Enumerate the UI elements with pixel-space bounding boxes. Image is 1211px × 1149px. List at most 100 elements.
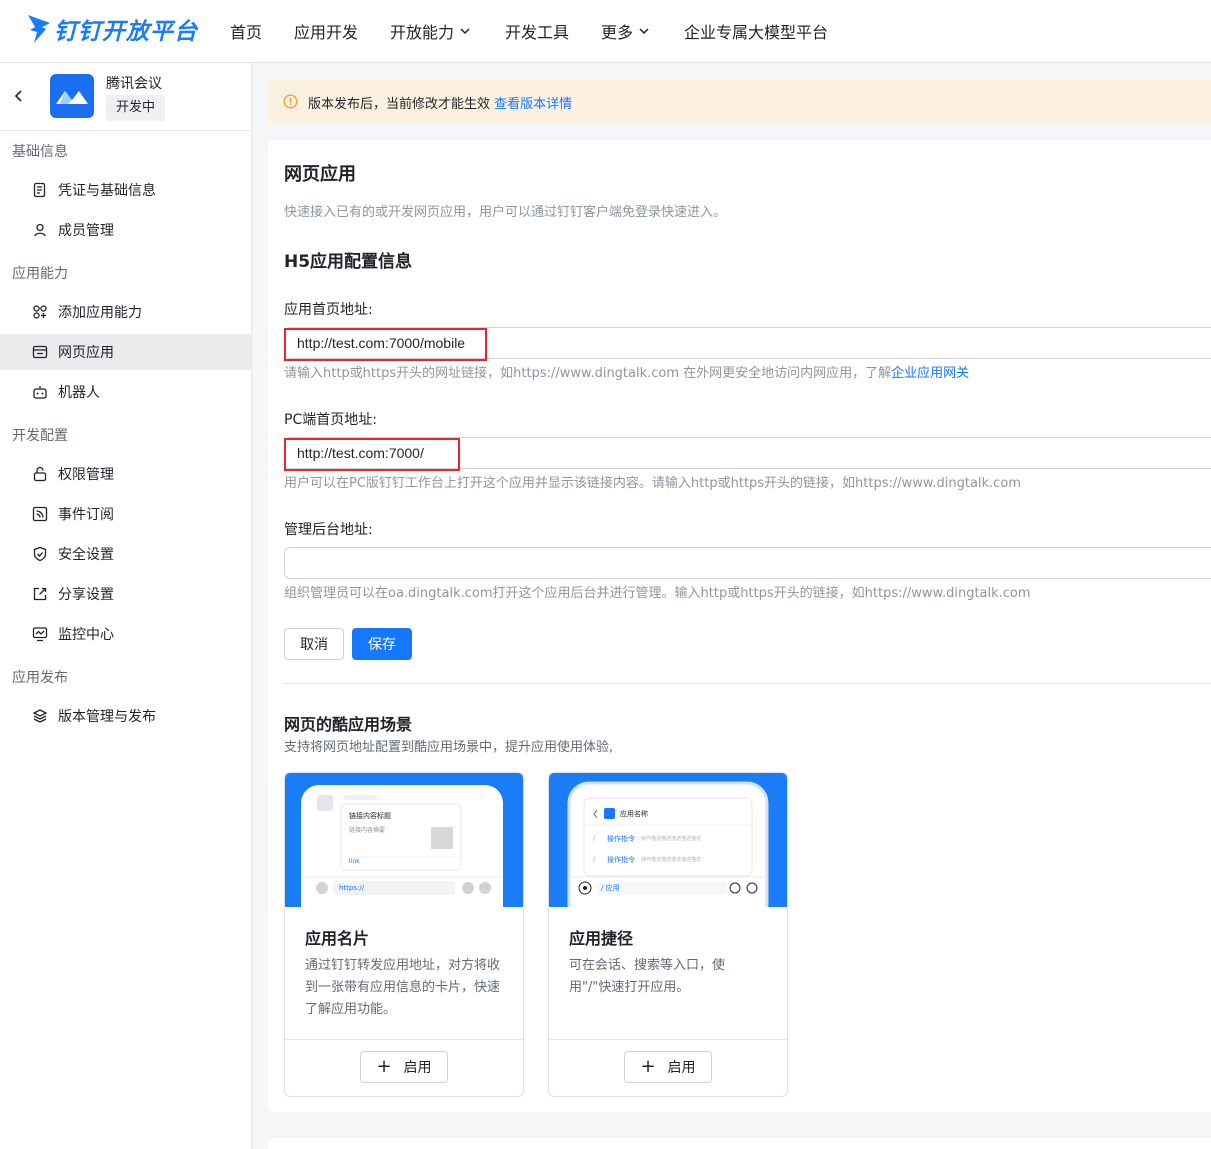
admin-url-label: 管理后台地址: — [284, 522, 373, 538]
sidebar-item-label: 机器人 — [58, 385, 100, 401]
pc-url-field[interactable] — [284, 437, 1211, 469]
enable-app-card-button[interactable]: + 启用 — [360, 1051, 448, 1083]
notice-text: 版本发布后，当前修改才能生效 查看版本详情 — [308, 93, 572, 112]
admin-url-field[interactable] — [284, 547, 1211, 579]
pc-url-input[interactable] — [285, 438, 1211, 468]
sidebar-item-webpage-app[interactable]: 网页应用 — [0, 334, 251, 370]
notice-message: 版本发布后，当前修改才能生效 — [308, 97, 491, 112]
shield-icon — [33, 546, 47, 562]
mobile-url-field[interactable] — [284, 327, 1211, 359]
sidebar-item-security[interactable]: 安全设置 — [0, 536, 251, 572]
sidebar-item-label: 监控中心 — [58, 627, 114, 643]
preview-app-name: 应用名称 — [620, 810, 648, 818]
scene-card-app-shortcut: 应用名称 / 操作指令 操作描述描述描述描述描述 / 操作指令 操作描述描述描述… — [548, 772, 788, 1097]
divider — [284, 683, 1211, 684]
preview-cmd-1: 操作指令 — [607, 835, 635, 843]
preview-cmd-desc-1: 操作描述描述描述描述描述 — [641, 836, 702, 842]
sidebar-item-label: 分享设置 — [58, 587, 114, 603]
scene-card-title: 应用名片 — [305, 929, 370, 948]
app-card-preview: 链接内容标题 链接内容摘要 link https:// — [285, 773, 523, 925]
user-icon — [34, 223, 46, 237]
app-card-preview-illustration — [301, 785, 503, 925]
scene-title: 网页的酷应用场景 — [284, 715, 413, 734]
robot-icon — [33, 386, 47, 399]
scene-card-desc: 通过钉钉转发应用地址，对方将收到一张带有应用信息的卡片，快速了解应用功能。 — [305, 958, 501, 1017]
app-name: 腾讯会议 — [106, 76, 162, 92]
enable-label: 启用 — [403, 1060, 432, 1076]
scene-card-divider — [549, 1039, 787, 1040]
tencent-meeting-icon — [56, 91, 88, 104]
sidebar-item-members[interactable]: 成员管理 — [0, 212, 251, 248]
layers-icon — [32, 709, 48, 723]
sidebar-item-credentials[interactable]: 凭证与基础信息 — [0, 172, 251, 208]
view-version-link[interactable]: 查看版本详情 — [494, 97, 572, 112]
version-notice: 版本发布后，当前修改才能生效 查看版本详情 — [268, 80, 1211, 124]
mobile-url-hint-text: 请输入http或https开头的网址链接，如https://www.dingta… — [284, 366, 892, 381]
preview-slash-2: / — [593, 856, 596, 863]
sidebar-item-label: 权限管理 — [58, 467, 114, 483]
enable-app-shortcut-button[interactable]: + 启用 — [624, 1051, 712, 1083]
preview-card-link: link — [349, 858, 360, 865]
credential-icon — [33, 182, 46, 198]
top-nav: 钉钉开放平台 首页 应用开发 开放能力 开发工具 更多 企业专属大模型平台 — [0, 0, 1211, 63]
sidebar-item-share[interactable]: 分享设置 — [0, 576, 251, 612]
admin-url-input[interactable] — [285, 548, 1211, 578]
logo-text: 钉钉开放平台 — [54, 19, 198, 45]
nav-home[interactable]: 首页 — [230, 20, 262, 42]
monitor-icon — [32, 627, 48, 642]
save-button[interactable]: 保存 — [352, 628, 412, 660]
webpage-icon — [32, 345, 48, 359]
preview-input-text: https:// — [339, 884, 365, 892]
preview-slash-1: / — [593, 835, 596, 842]
chevron-down-icon — [460, 28, 470, 35]
preview-cmd-desc-2: 操作描述描述描述描述描述 — [641, 857, 702, 863]
nav-dev-tools[interactable]: 开发工具 — [505, 20, 569, 42]
mobile-url-label: 应用首页地址: — [284, 302, 373, 318]
sidebar-item-robot[interactable]: 机器人 — [0, 374, 251, 410]
mobile-url-input[interactable] — [285, 328, 1211, 358]
sidebar-item-monitor[interactable]: 监控中心 — [0, 616, 251, 652]
nav-enterprise-llm[interactable]: 企业专属大模型平台 — [684, 20, 828, 42]
sidebar-item-label: 版本管理与发布 — [58, 709, 156, 725]
chevron-down-icon — [639, 28, 649, 35]
section-title-h5-config: H5应用配置信息 — [284, 252, 413, 272]
section-basic-info: 基础信息 — [12, 144, 68, 160]
nav-more[interactable]: 更多 — [601, 20, 650, 42]
add-capability-icon — [33, 305, 47, 319]
dingtalk-bird-icon — [28, 15, 50, 43]
pc-url-label: PC端首页地址: — [284, 412, 377, 428]
nav-app-dev[interactable]: 应用开发 — [294, 20, 358, 42]
warning-icon — [283, 94, 298, 109]
nav-open-capabilities[interactable]: 开放能力 — [390, 20, 471, 42]
next-section-card — [268, 1138, 1211, 1149]
nav-more-label: 更多 — [601, 23, 634, 42]
sidebar-item-events[interactable]: 事件订阅 — [0, 496, 251, 532]
app-logo — [50, 74, 94, 118]
enterprise-gateway-link[interactable]: 企业应用网关 — [891, 366, 969, 381]
webpage-app-card: 网页应用 快速接入已有的或开发网页应用，用户可以通过钉钉客户端免登录快速进入。 … — [268, 140, 1211, 1112]
scene-card-title: 应用捷径 — [569, 929, 634, 948]
preview-cmd-2: 操作指令 — [607, 856, 635, 864]
app-header: 腾讯会议 开发中 — [0, 63, 251, 131]
sidebar-item-versions[interactable]: 版本管理与发布 — [0, 698, 251, 734]
plus-icon: + — [376, 1056, 392, 1077]
enable-label: 启用 — [667, 1060, 696, 1076]
preview-input-text: / 应用 — [601, 884, 620, 892]
scene-card-divider — [285, 1039, 523, 1040]
page-title: 网页应用 — [284, 164, 356, 185]
sidebar-item-permissions[interactable]: 权限管理 — [0, 456, 251, 492]
page-description: 快速接入已有的或开发网页应用，用户可以通过钉钉客户端免登录快速进入。 — [284, 205, 727, 220]
sidebar-item-add-capability[interactable]: 添加应用能力 — [0, 294, 251, 330]
cancel-button[interactable]: 取消 — [284, 628, 344, 660]
dingtalk-logo[interactable]: 钉钉开放平台 — [26, 12, 198, 46]
scene-card-app-card: 链接内容标题 链接内容摘要 link https:// 应用名片 通过钉钉转发应… — [284, 772, 524, 1097]
lock-icon — [33, 466, 47, 482]
back-arrow-icon[interactable] — [11, 88, 27, 104]
sidebar-item-label: 安全设置 — [58, 547, 114, 563]
sidebar-item-label: 添加应用能力 — [58, 305, 142, 321]
app-shortcut-preview: 应用名称 / 操作指令 操作描述描述描述描述描述 / 操作指令 操作描述描述描述… — [549, 773, 787, 925]
share-icon — [33, 587, 47, 601]
rss-icon — [32, 506, 48, 522]
scene-card-desc: 可在会话、搜索等入口，使用"/"快速打开应用。 — [569, 958, 726, 995]
sidebar-item-label: 成员管理 — [58, 223, 114, 239]
